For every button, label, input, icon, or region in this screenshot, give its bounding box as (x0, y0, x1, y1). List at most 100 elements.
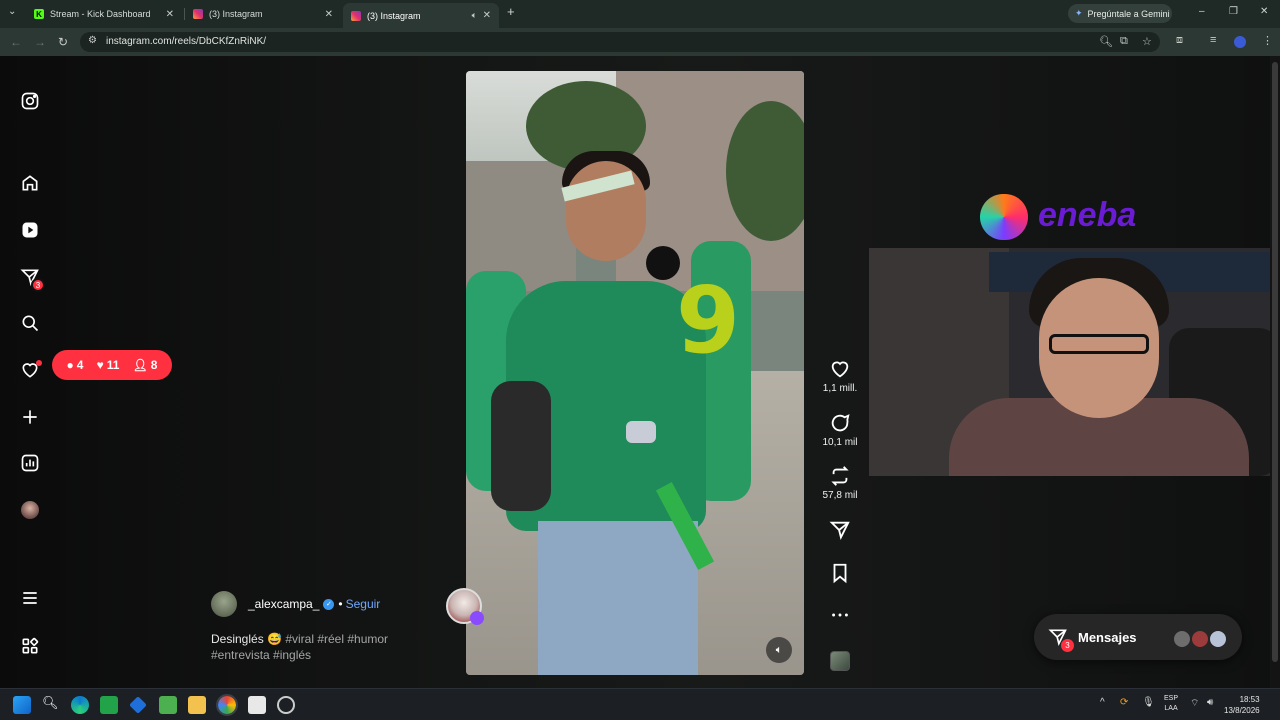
reels-icon[interactable] (18, 218, 42, 242)
reload-icon[interactable]: ↻ (58, 35, 68, 49)
audio-thumbnail[interactable] (830, 651, 850, 671)
conversation-avatar[interactable] (1172, 629, 1192, 649)
streamer-webcam (869, 248, 1280, 476)
cast-icon[interactable]: ⧉ (1120, 35, 1128, 48)
instagram-favicon-icon (193, 9, 203, 19)
microphone (646, 246, 680, 280)
tab-instagram-1[interactable]: (3) Instagram ✕ (185, 3, 341, 25)
scrollbar-thumb[interactable] (1272, 62, 1278, 662)
tab-title: (3) Instagram (209, 9, 263, 19)
comment-icon (831, 414, 850, 432)
back-icon[interactable]: ← (10, 35, 22, 49)
close-tab-icon[interactable]: ✕ (325, 9, 333, 20)
tab-title: Stream - Kick Dashboard (50, 9, 151, 19)
volume-icon[interactable]: 🔊︎ (1207, 697, 1213, 708)
profile-avatar-icon[interactable] (1234, 36, 1246, 48)
follow-button[interactable]: Seguir (346, 597, 381, 611)
tab-title: (3) Instagram (367, 10, 421, 21)
comment-button[interactable]: 10,1 mil (816, 412, 864, 448)
chrome-icon[interactable] (216, 694, 238, 716)
kick-favicon-icon: K (34, 9, 44, 19)
tray-app-icon[interactable]: ⟳ (1120, 697, 1128, 708)
microphone-icon[interactable]: 🎙︎ (1142, 697, 1155, 708)
search-icon[interactable]: 🔍︎ (42, 695, 60, 713)
tray-expand-icon[interactable]: ^ (1100, 697, 1105, 708)
mute-button[interactable]: 🔈︎ (766, 637, 792, 663)
instagram-logo-icon[interactable] (18, 89, 42, 113)
address-bar[interactable]: ⚙︎ instagram.com/reels/DbCKfZnRiNK/ 🔍︎ ⧉… (80, 32, 1160, 52)
search-icon[interactable] (18, 311, 42, 335)
notification-dot (36, 360, 42, 366)
heart-icon: ♥ (96, 358, 104, 372)
home-icon[interactable] (18, 171, 42, 195)
author-username[interactable]: _alexcampa_ (248, 597, 319, 611)
app-icon[interactable] (277, 696, 295, 714)
network-icon[interactable]: ⌔ (1190, 697, 1199, 710)
xbox-icon[interactable] (100, 696, 118, 714)
instagram-favicon-icon (351, 10, 361, 21)
create-icon[interactable] (18, 405, 42, 429)
notes-icon[interactable] (248, 696, 266, 714)
caption-text: Desinglés 😅 (211, 632, 282, 646)
system-clock[interactable]: 18:53 13/8/2026 (1224, 694, 1260, 716)
author-avatar[interactable] (211, 591, 237, 617)
notifications-pill[interactable]: ● 4 ♥ 11 👤︎ 8 (52, 350, 172, 380)
zoom-icon[interactable]: 🔍︎ (1099, 35, 1113, 48)
windows-start-icon[interactable] (13, 696, 31, 714)
like-notif: ♥ 11 (96, 358, 120, 372)
comment-count: 10,1 mil (822, 437, 858, 448)
edge-icon[interactable] (71, 696, 89, 714)
tab-search-icon[interactable]: ⌄ (8, 6, 16, 17)
more-menu-icon[interactable] (18, 586, 42, 610)
like-button[interactable]: 1,1 mill. (816, 358, 864, 394)
bookmark-star-icon[interactable]: ☆ (1142, 35, 1152, 48)
close-tab-icon[interactable]: ✕ (483, 10, 491, 21)
more-options-button[interactable] (816, 604, 864, 626)
reading-list-icon[interactable]: ≡ (1210, 34, 1216, 46)
close-window-icon[interactable]: ✕ (1260, 6, 1268, 17)
file-explorer-icon[interactable] (188, 696, 206, 714)
chrome-menu-icon[interactable]: ⋮ (1262, 34, 1273, 47)
repost-button[interactable]: 57,8 mil (816, 465, 864, 501)
forward-icon[interactable]: → (34, 35, 46, 49)
tab-instagram-active[interactable]: (3) Instagram 🔈︎ ✕ (343, 3, 499, 28)
new-tab-button[interactable]: + (507, 4, 515, 19)
conversation-avatar[interactable] (1208, 629, 1228, 649)
follow-notif: 👤︎ 8 (132, 358, 158, 372)
comment-bubble-icon: ● (66, 358, 74, 372)
sponsor-name: eneba (1038, 196, 1137, 234)
gemini-sparkle-icon: ✦ (1075, 8, 1083, 18)
verified-badge-icon: ✓ (323, 598, 335, 610)
site-info-icon[interactable]: ⚙︎ (88, 35, 97, 46)
browser-tab-strip: ⌄ K Stream - Kick Dashboard ✕ (3) Instag… (0, 0, 1280, 28)
messages-label: Mensajes (1078, 629, 1137, 645)
messages-count-badge: 3 (1061, 639, 1074, 652)
maximize-window-icon[interactable]: ❐ (1229, 6, 1238, 17)
app-icon[interactable] (159, 696, 177, 714)
input-language[interactable]: ESP LAA (1164, 694, 1178, 714)
minimize-window-icon[interactable]: – (1199, 6, 1205, 17)
person-icon: 👤︎ (132, 358, 148, 372)
ellipsis-icon (832, 613, 848, 617)
reel-caption: Desinglés 😅 #viral #réel #humor #entrevi… (211, 631, 411, 663)
dashboard-icon[interactable] (18, 451, 42, 475)
share-button[interactable] (816, 519, 864, 541)
messages-badge: 3 (31, 278, 45, 292)
also-from-meta-icon[interactable] (18, 634, 42, 658)
eneba-logo-icon (980, 194, 1028, 240)
share-icon (829, 521, 850, 540)
url-text: instagram.com/reels/DbCKfZnRiNK/ (106, 36, 267, 47)
close-tab-icon[interactable]: ✕ (166, 9, 174, 20)
tab-audio-icon[interactable]: 🔈︎ (472, 10, 477, 21)
speaker-icon: 🔈︎ (775, 643, 783, 656)
save-button[interactable] (816, 562, 864, 584)
ask-gemini-button[interactable]: ✦ Pregúntale a Gemini (1068, 4, 1172, 23)
conversation-avatar[interactable] (1190, 629, 1210, 649)
reel-video[interactable]: 9 🔈︎ (466, 71, 804, 675)
extensions-icon[interactable]: ⧈ (1176, 34, 1183, 47)
gemini-label: Pregúntale a Gemini (1087, 8, 1170, 19)
tab-kick-dashboard[interactable]: K Stream - Kick Dashboard ✕ (26, 3, 182, 25)
repost-icon (831, 466, 849, 486)
profile-avatar[interactable] (21, 501, 39, 519)
app-icon[interactable] (129, 696, 147, 714)
